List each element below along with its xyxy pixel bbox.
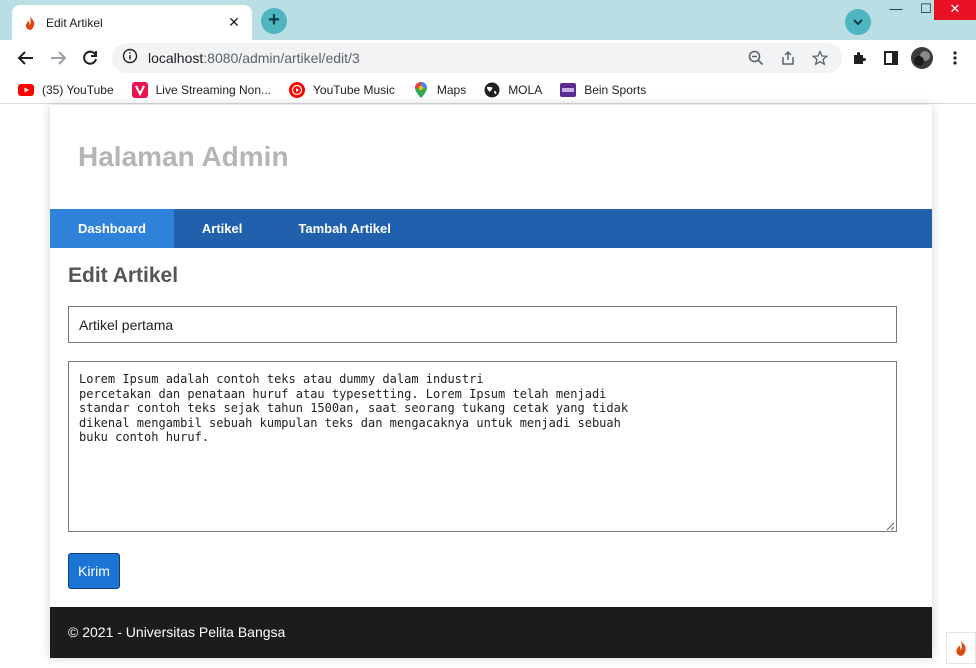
bookmark-label: YouTube Music (313, 82, 395, 97)
browser-toolbar: localhost:8080/admin/artikel/edit/3 (0, 40, 976, 76)
resize-grip-icon[interactable] (885, 520, 895, 531)
bookmark-youtube[interactable]: (35) YouTube (18, 82, 114, 98)
youtube-icon (18, 82, 34, 98)
nav-item-artikel[interactable]: Artikel (174, 209, 270, 248)
bookmark-maps[interactable]: Maps (413, 81, 467, 98)
browser-menu-icon[interactable] (944, 47, 966, 69)
site-title: Halaman Admin (78, 141, 289, 172)
page-viewport: Halaman Admin Dashboard Artikel Tambah A… (0, 105, 976, 668)
chevron-down-icon (853, 19, 863, 26)
tab-title: Edit Artikel (46, 15, 103, 30)
close-tab-icon[interactable]: ✕ (226, 14, 242, 31)
arrow-right-icon (51, 51, 67, 65)
nav-item-dashboard[interactable]: Dashboard (50, 209, 174, 248)
browser-tab[interactable]: Edit Artikel ✕ (12, 5, 252, 40)
back-button[interactable] (14, 46, 38, 70)
zoom-icon[interactable] (747, 49, 765, 67)
url-path: :8080/admin/artikel/edit/3 (203, 50, 360, 66)
maps-pin-icon (413, 81, 429, 98)
bookmark-label: MOLA (508, 82, 543, 97)
close-window-button[interactable]: ✕ (934, 0, 976, 20)
main-nav: Dashboard Artikel Tambah Artikel (50, 209, 932, 248)
edit-article-section: Edit Artikel Artikel pertama Lorem Ipsum… (68, 264, 914, 589)
browser-tabstrip: Edit Artikel ✕ + — ☐ ✕ (0, 0, 976, 40)
vidio-icon (131, 81, 148, 98)
article-body-textarea[interactable]: Lorem Ipsum adalah contoh teks atau dumm… (68, 361, 897, 532)
bookmark-vidio[interactable]: Live Streaming Non... (131, 81, 272, 98)
site-header: Halaman Admin (50, 105, 932, 209)
site-footer: © 2021 - Universitas Pelita Bangsa (50, 607, 932, 658)
reload-icon (83, 50, 97, 65)
bookmark-star-icon[interactable] (811, 49, 829, 67)
side-panel-icon[interactable] (880, 47, 902, 69)
bookmark-youtube-music[interactable]: YouTube Music (289, 81, 395, 98)
tab-search-button[interactable] (845, 9, 871, 35)
bookmark-label: Bein Sports (584, 82, 647, 97)
nav-item-tambah-artikel[interactable]: Tambah Artikel (270, 209, 418, 248)
url-text: localhost:8080/admin/artikel/edit/3 (148, 50, 360, 66)
new-tab-button[interactable]: + (261, 8, 287, 34)
admin-container: Halaman Admin Dashboard Artikel Tambah A… (50, 105, 932, 658)
bookmarks-bar: (35) YouTube Live Streaming Non... YouTu… (0, 76, 976, 104)
bookmark-label: (35) YouTube (42, 82, 114, 97)
bookmark-mola[interactable]: MOLA (484, 82, 542, 98)
submit-button[interactable]: Kirim (68, 553, 120, 589)
page-heading: Edit Artikel (68, 264, 179, 287)
bookmark-bein-sports[interactable]: Bein Sports (560, 82, 646, 98)
reload-button[interactable] (78, 46, 102, 70)
globe-icon (484, 82, 500, 98)
article-title-input[interactable]: Artikel pertama (68, 306, 897, 343)
info-icon[interactable] (122, 48, 138, 69)
youtube-music-icon (289, 81, 306, 98)
codeigniter-flame-icon (22, 15, 38, 31)
arrow-left-icon (17, 51, 33, 65)
share-icon[interactable] (779, 49, 797, 67)
article-body-text: Lorem Ipsum adalah contoh teks atau dumm… (79, 372, 629, 444)
bookmark-label: Live Streaming Non... (155, 82, 272, 97)
forward-button[interactable] (46, 46, 70, 70)
extensions-puzzle-icon[interactable] (848, 47, 870, 69)
profile-avatar[interactable] (911, 47, 933, 69)
address-bar[interactable]: localhost:8080/admin/artikel/edit/3 (112, 43, 842, 73)
url-host: localhost (148, 50, 204, 66)
codeigniter-debug-toolbar-icon[interactable] (946, 632, 976, 664)
bein-icon (560, 82, 577, 98)
bookmark-label: Maps (436, 82, 467, 97)
